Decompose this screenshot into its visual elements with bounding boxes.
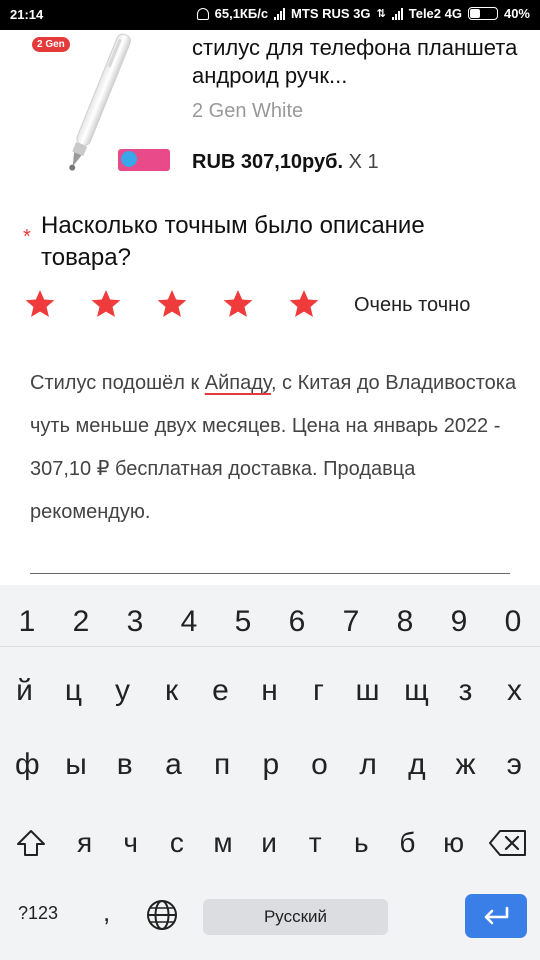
clock: 21:14 — [10, 7, 44, 22]
network-speed: 65,1КБ/с — [214, 6, 269, 21]
key-letter[interactable]: у — [98, 663, 147, 719]
signal-icon — [274, 7, 286, 20]
key-letter[interactable]: к — [147, 663, 196, 719]
letter-row-3: я ч с м и т ь б ю — [0, 815, 540, 871]
key-9[interactable]: 9 — [432, 597, 486, 647]
star-icon-2[interactable] — [90, 288, 122, 320]
key-letter[interactable]: ц — [49, 663, 98, 719]
star-icon-3[interactable] — [156, 288, 188, 320]
price-row: RUB 307,10руб. X 1 — [192, 151, 379, 174]
key-letter[interactable]: щ — [392, 663, 441, 719]
key-letter[interactable]: о — [295, 737, 344, 793]
on-screen-keyboard: 1 2 3 4 5 6 7 8 9 0 й ц у к е н г ш щ з … — [0, 585, 540, 960]
star-icon-5[interactable] — [288, 288, 320, 320]
shift-key[interactable] — [0, 815, 62, 871]
key-8[interactable]: 8 — [378, 597, 432, 647]
promo-badge — [118, 149, 170, 171]
key-0[interactable]: 0 — [486, 597, 540, 647]
key-letter[interactable]: б — [384, 815, 430, 871]
key-letter[interactable]: ш — [343, 663, 392, 719]
key-letter[interactable]: й — [0, 663, 49, 719]
required-mark: * — [23, 226, 31, 248]
key-letter[interactable]: я — [62, 815, 108, 871]
key-letter[interactable]: и — [246, 815, 292, 871]
key-letter[interactable]: е — [196, 663, 245, 719]
data-arrows-icon: ⇅ — [376, 8, 386, 20]
key-letter[interactable]: т — [292, 815, 338, 871]
backspace-icon — [489, 830, 527, 856]
symbols-key[interactable]: ?123 — [18, 903, 58, 924]
key-letter[interactable]: э — [490, 737, 539, 793]
key-letter[interactable]: х — [490, 663, 539, 719]
review-text-input[interactable]: Стилус подошёл к Айпаду, с Китая до Влад… — [30, 362, 520, 534]
key-5[interactable]: 5 — [216, 597, 270, 647]
number-row: 1 2 3 4 5 6 7 8 9 0 — [0, 597, 540, 647]
key-letter[interactable]: ь — [338, 815, 384, 871]
misspelled-word[interactable]: Айпаду — [205, 372, 271, 394]
key-letter[interactable]: ч — [108, 815, 154, 871]
key-1[interactable]: 1 — [0, 597, 54, 647]
key-letter[interactable]: з — [441, 663, 490, 719]
key-letter[interactable]: ю — [431, 815, 477, 871]
comma-key[interactable]: , — [103, 897, 110, 928]
key-3[interactable]: 3 — [108, 597, 162, 647]
key-letter[interactable]: м — [200, 815, 246, 871]
battery-icon — [467, 7, 498, 20]
star-icon-1[interactable] — [24, 288, 56, 320]
key-7[interactable]: 7 — [324, 597, 378, 647]
enter-key[interactable] — [465, 894, 527, 938]
shift-icon — [16, 830, 45, 856]
product-badge: 2 Gen — [32, 37, 70, 52]
key-2[interactable]: 2 — [54, 597, 108, 647]
battery-percent: 40% — [503, 6, 530, 21]
rating-label: Очень точно — [354, 294, 471, 316]
key-letter[interactable]: л — [344, 737, 393, 793]
key-letter[interactable]: с — [154, 815, 200, 871]
key-letter[interactable]: п — [198, 737, 247, 793]
signal-icon-2 — [391, 7, 403, 20]
key-letter[interactable]: д — [393, 737, 442, 793]
key-letter[interactable]: ы — [52, 737, 101, 793]
globe-icon[interactable] — [145, 898, 179, 932]
product-quantity: X 1 — [348, 151, 379, 173]
status-indicators: 65,1КБ/с MTS RUS 3G ⇅ Tele2 4G 40% — [196, 6, 530, 21]
letter-row-1: й ц у к е н г ш щ з х — [0, 663, 540, 719]
status-bar: 21:14 65,1КБ/с MTS RUS 3G ⇅ Tele2 4G 40% — [0, 0, 540, 30]
key-letter[interactable]: ф — [3, 737, 52, 793]
promo-bubble-icon — [121, 151, 137, 167]
key-6[interactable]: 6 — [270, 597, 324, 647]
space-key[interactable]: Русский — [203, 899, 388, 935]
star-rating[interactable] — [24, 288, 320, 320]
star-icon-4[interactable] — [222, 288, 254, 320]
key-letter[interactable]: г — [294, 663, 343, 719]
input-underline — [30, 573, 510, 574]
review-text-start: Стилус подошёл к — [30, 372, 205, 394]
alarm-icon — [196, 7, 209, 20]
key-4[interactable]: 4 — [162, 597, 216, 647]
product-variant: 2 Gen White — [192, 100, 304, 122]
backspace-key[interactable] — [477, 815, 540, 871]
product-price: RUB 307,10руб. — [192, 151, 344, 173]
carrier-1: MTS RUS 3G — [291, 6, 371, 21]
carrier-2: Tele2 4G — [408, 6, 462, 21]
key-letter[interactable]: в — [100, 737, 149, 793]
key-letter[interactable]: р — [246, 737, 295, 793]
key-letter[interactable]: ж — [441, 737, 490, 793]
key-letter[interactable]: а — [149, 737, 198, 793]
product-title[interactable]: стилус для телефона планшета андроид руч… — [192, 34, 522, 90]
key-letter[interactable]: н — [245, 663, 294, 719]
review-text-rest: , с Китая до Владивостока чуть меньше дв… — [30, 372, 517, 523]
question-text: Насколько точным было описание товара? — [41, 212, 425, 271]
enter-icon — [484, 906, 509, 925]
letter-row-2: ф ы в а п р о л д ж э — [0, 737, 540, 793]
